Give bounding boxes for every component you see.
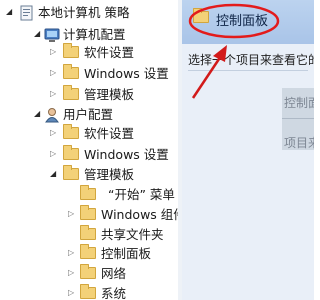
folder-icon — [63, 145, 79, 160]
folder-icon — [63, 85, 79, 100]
chevron-down-icon[interactable]: ◢ — [50, 170, 58, 178]
tree-item-label: 软件设置 — [84, 45, 135, 60]
folder-icon — [80, 205, 96, 220]
tree-item-label: “开始” 菜单 — [108, 187, 175, 202]
chevron-down-icon[interactable]: ◢ — [34, 110, 42, 118]
tree-item-label: 本地计算机 策略 — [38, 5, 130, 20]
chevron-down-icon[interactable]: ◢ — [34, 30, 42, 38]
tree-item-label: 系统 — [101, 286, 127, 300]
folder-icon — [80, 284, 96, 299]
ghost-text: 控制面板 — [284, 96, 314, 110]
chevron-down-icon[interactable]: ◢ — [6, 8, 14, 16]
tree-item-label: 网络 — [101, 266, 127, 281]
details-header: 控制面板 — [182, 0, 314, 44]
tree-item-label: Windows 组件 — [101, 207, 179, 222]
chevron-right-icon[interactable]: ▷ — [50, 48, 58, 56]
folder-icon — [63, 165, 79, 180]
policy-tree: ◢ 本地计算机 策略 ◢ 计算机配置 ▷ 软件设置 ▷ Windows 设置 ▷… — [0, 0, 179, 300]
details-title: 控制面板 — [216, 14, 269, 29]
policy-icon — [20, 5, 33, 21]
chevron-right-icon[interactable]: ▷ — [68, 210, 76, 218]
details-description: 选择一个项目来查看它的描述。 — [188, 53, 314, 67]
tree-item-user-admin-templates[interactable]: ◢ 管理模板 — [0, 164, 178, 186]
chevron-right-icon[interactable]: ▷ — [68, 289, 76, 297]
folder-icon — [80, 244, 96, 259]
tree-item-user-windows-settings[interactable]: ▷ Windows 设置 — [0, 144, 178, 166]
folder-icon — [63, 124, 79, 139]
tree-item-label: Windows 设置 — [84, 66, 169, 81]
chevron-right-icon[interactable]: ▷ — [50, 129, 58, 137]
folder-icon — [193, 8, 209, 23]
folder-icon — [63, 64, 79, 79]
tree-item-start-menu[interactable]: “开始” 菜单 — [0, 184, 178, 206]
tree-item-windows-components[interactable]: ▷ Windows 组件 — [0, 204, 179, 226]
chevron-right-icon[interactable]: ▷ — [50, 90, 58, 98]
tree-item-control-panel[interactable]: ▷ 控制面板 — [0, 243, 178, 265]
tree-item-label: Windows 设置 — [84, 147, 169, 162]
tree-item-root[interactable]: ◢ 本地计算机 策略 — [0, 2, 178, 24]
tree-item-user-software[interactable]: ▷ 软件设置 — [0, 123, 178, 145]
folder-icon — [80, 225, 96, 240]
tree-item-label: 用户配置 — [63, 107, 114, 122]
chevron-right-icon[interactable]: ▷ — [68, 249, 76, 257]
tree-item-label: 软件设置 — [84, 126, 135, 141]
tree-item-label: 共享文件夹 — [101, 227, 164, 242]
folder-icon — [80, 264, 96, 279]
tree-item-label: 管理模板 — [84, 87, 135, 102]
chevron-right-icon[interactable]: ▷ — [68, 269, 76, 277]
tree-item-system[interactable]: ▷ 系统 — [0, 283, 178, 300]
tree-item-comp-windows-settings[interactable]: ▷ Windows 设置 — [0, 63, 178, 85]
divider — [188, 70, 308, 71]
folder-icon — [63, 43, 79, 58]
chevron-right-icon[interactable]: ▷ — [50, 69, 58, 77]
tree-item-label: 管理模板 — [84, 167, 135, 182]
tree-item-label: 控制面板 — [101, 246, 152, 261]
details-pane: 控制面板 选择一个项目来查看它的描述。 控制面板 项目来 — [182, 0, 314, 300]
tree-item-comp-software[interactable]: ▷ 软件设置 — [0, 42, 178, 64]
tree-item-network[interactable]: ▷ 网络 — [0, 263, 178, 285]
divider — [282, 118, 314, 119]
ghost-text: 项目来 — [284, 136, 314, 150]
tree-item-comp-admin-templates[interactable]: ▷ 管理模板 — [0, 84, 178, 106]
chevron-right-icon[interactable]: ▷ — [50, 150, 58, 158]
user-icon — [45, 108, 59, 123]
computer-icon — [44, 28, 60, 42]
folder-icon — [80, 185, 96, 200]
